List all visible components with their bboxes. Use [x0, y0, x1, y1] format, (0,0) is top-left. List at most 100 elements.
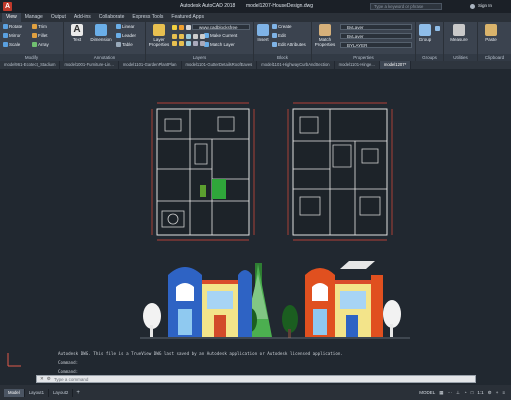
- doc-tab-active[interactable]: model1207*: [379, 61, 412, 69]
- snap-icon[interactable]: ⋯: [446, 390, 455, 396]
- layer-state-icons: [172, 25, 191, 30]
- drawing-canvas[interactable]: [0, 69, 511, 372]
- edit-attributes-button[interactable]: Edit Attributes: [272, 42, 306, 47]
- garden-patch: [212, 179, 226, 199]
- rotate-tool[interactable]: Rotate: [3, 24, 22, 29]
- command-history-line: Command:: [58, 360, 79, 365]
- table-tool[interactable]: Table: [116, 42, 133, 47]
- layer-walk-icon[interactable]: [193, 41, 198, 46]
- gear-icon[interactable]: ⚙: [486, 390, 494, 396]
- tab-layout2[interactable]: Layout2: [49, 388, 74, 397]
- modify-panel-title[interactable]: Modify: [0, 54, 63, 61]
- trim-tool[interactable]: Trim: [32, 24, 47, 29]
- layer-properties-button[interactable]: Layer Properties: [148, 24, 170, 47]
- annotation-panel-title[interactable]: Annotation: [64, 54, 145, 61]
- search-input[interactable]: Type a keyword or phrase: [370, 3, 442, 10]
- clipboard-panel: Paste Clipboard: [478, 22, 511, 61]
- utilities-panel: Measure Utilities: [444, 22, 478, 61]
- insert-button[interactable]: Insert: [256, 24, 270, 42]
- command-input[interactable]: Type a command: [54, 377, 89, 382]
- command-history: Autodesk DWG. This file is a TrueView DW…: [58, 351, 378, 374]
- clipboard-panel-title[interactable]: Clipboard: [478, 54, 511, 61]
- trim-icon: [32, 24, 37, 29]
- lineweight-dropdown[interactable]: BYLAYER: [340, 42, 412, 48]
- doc-tab[interactable]: model1101-Hinge...: [335, 61, 380, 69]
- layer-properties-icon: [153, 24, 165, 36]
- measure-button[interactable]: Measure: [448, 24, 470, 42]
- tab-manage[interactable]: Manage: [21, 13, 47, 22]
- create-block-button[interactable]: Create: [272, 24, 292, 29]
- mirror-tool[interactable]: Mirror: [3, 33, 21, 38]
- properties-panel-title[interactable]: Properties: [312, 54, 415, 61]
- layer-unlock-icon[interactable]: [200, 34, 205, 39]
- layer-on-icon[interactable]: [172, 41, 177, 46]
- doc-tab[interactable]: model961-Ecotect_Stadium: [0, 61, 61, 69]
- color-dropdown[interactable]: ByLayer: [340, 24, 412, 30]
- app-menu-icon[interactable]: A: [3, 2, 12, 11]
- linear-icon: [116, 24, 121, 29]
- command-history-line: Command:: [58, 369, 79, 374]
- groups-panel: Group Groups: [416, 22, 444, 61]
- tab-featured-apps[interactable]: Featured Apps: [167, 13, 208, 22]
- add-layout-icon[interactable]: +: [73, 390, 83, 396]
- leader-icon: [116, 33, 121, 38]
- user-icon[interactable]: [470, 4, 475, 9]
- layer-thaw-icon[interactable]: [186, 41, 191, 46]
- fillet-tool[interactable]: Fillet: [32, 33, 48, 38]
- tab-layout1[interactable]: Layout1: [25, 388, 50, 397]
- elevation-front-blue: [143, 263, 272, 337]
- properties-panel: Match Properties ByLayer ByLayer BYLAYER…: [312, 22, 416, 61]
- osnap-icon[interactable]: □: [469, 390, 476, 395]
- tab-view[interactable]: View: [2, 13, 21, 22]
- command-line[interactable]: ✕ ⚙ Type a command: [36, 375, 476, 383]
- plus-icon[interactable]: +: [494, 390, 501, 395]
- tab-express-tools[interactable]: Express Tools: [128, 13, 167, 22]
- tab-collaborate[interactable]: Collaborate: [95, 13, 129, 22]
- groups-panel-title[interactable]: Groups: [416, 54, 443, 61]
- doc-tab[interactable]: model1101-GutterDetailsRoofEaves: [182, 61, 258, 69]
- lightbulb-icon[interactable]: [172, 25, 177, 30]
- layer-unisolate-icon[interactable]: [179, 41, 184, 46]
- grid-icon[interactable]: ▦: [437, 390, 445, 396]
- layer-lock-icon[interactable]: [193, 34, 198, 39]
- layers-panel-title[interactable]: Layers: [146, 54, 253, 61]
- lock-icon[interactable]: [186, 25, 191, 30]
- utilities-panel-title[interactable]: Utilities: [444, 54, 477, 61]
- paste-button[interactable]: Paste: [482, 24, 500, 42]
- doc-tab[interactable]: model1101-HighwayCurbAndSection: [257, 61, 335, 69]
- layer-isolate-icon[interactable]: [179, 34, 184, 39]
- sun-icon[interactable]: [179, 25, 184, 30]
- sign-in-link[interactable]: Sign In: [478, 3, 492, 8]
- menu-icon[interactable]: ≡: [500, 390, 507, 395]
- polar-icon[interactable]: ◔: [462, 390, 469, 395]
- layer-freeze-icon[interactable]: [186, 34, 191, 39]
- layer-dropdown[interactable]: www.cadblocksfree: [192, 24, 250, 30]
- doc-tab[interactable]: model1001-Furniture-Lin...: [60, 61, 119, 69]
- linetype-dropdown[interactable]: ByLayer: [340, 33, 412, 39]
- wrench-icon[interactable]: ⚙: [47, 376, 51, 382]
- tab-add-ins[interactable]: Add-ins: [70, 13, 95, 22]
- layers-panel: Layer Properties www.cadblocksfree Make …: [146, 22, 254, 61]
- match-layer-button[interactable]: Match Layer: [204, 42, 235, 47]
- array-tool[interactable]: Array: [32, 42, 49, 47]
- scale-tool[interactable]: Scale: [3, 42, 20, 47]
- tab-output[interactable]: Output: [47, 13, 70, 22]
- layer-merge-icon[interactable]: [200, 41, 205, 46]
- dimension-button[interactable]: Dimension: [88, 24, 114, 42]
- make-current-button[interactable]: Make Current: [204, 33, 237, 38]
- annotation-scale[interactable]: 1:1: [475, 390, 485, 395]
- tab-model[interactable]: Model: [4, 388, 25, 397]
- leader-tool[interactable]: Leader: [116, 33, 136, 38]
- ungroup-icon[interactable]: [435, 26, 440, 31]
- layer-off-icon[interactable]: [172, 34, 177, 39]
- group-button[interactable]: Group: [418, 24, 432, 42]
- doc-tab[interactable]: model1101-GardenPlantPlan: [119, 61, 182, 69]
- linear-tool[interactable]: Linear: [116, 24, 135, 29]
- model-space-toggle[interactable]: MODEL: [417, 390, 437, 395]
- ortho-icon[interactable]: ⊥: [454, 390, 462, 396]
- text-button[interactable]: A Text: [68, 24, 86, 42]
- edit-block-button[interactable]: Edit: [272, 33, 286, 38]
- block-panel-title[interactable]: Block: [254, 54, 311, 61]
- close-icon[interactable]: ✕: [40, 376, 44, 382]
- match-properties-button[interactable]: Match Properties: [314, 24, 336, 47]
